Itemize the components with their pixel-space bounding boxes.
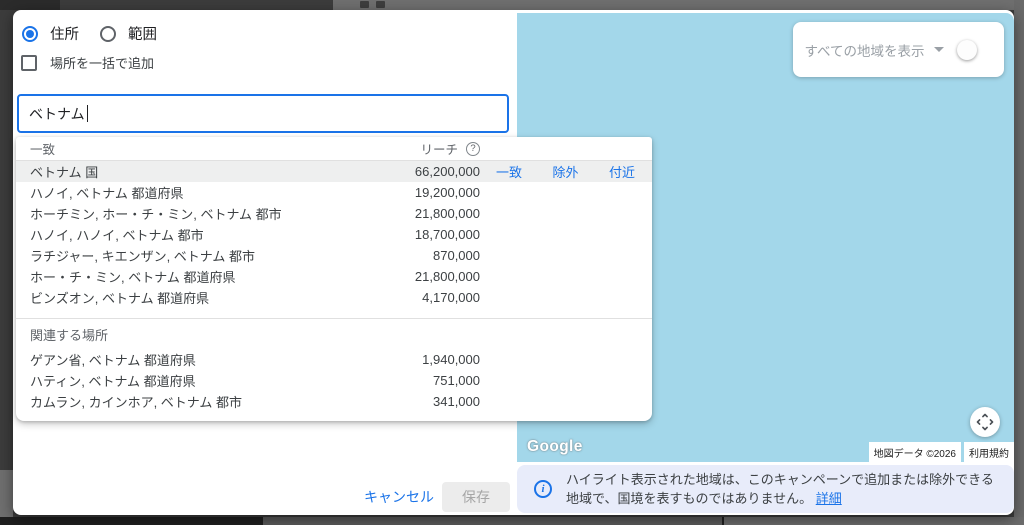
location-name: ホー・チ・ミン, ベトナム 都道府県 xyxy=(30,270,236,285)
location-name: ハティン, ベトナム 都道府県 xyxy=(30,374,196,389)
related-section-header: 関連する場所 xyxy=(30,327,109,343)
match-rows: ベトナム 国 66,200,000 一致 除外 付近ハノイ, ベトナム 都道府県 19,2… xyxy=(16,161,652,308)
reach-value: 19,200,000 xyxy=(414,185,480,200)
reach-value: 21,800,000 xyxy=(414,269,480,284)
reach-value: 4,170,000 xyxy=(422,290,480,305)
location-targeting-dialog: 住所 範囲 場所を一括で追加 ベトナム 一致 リーチ ? ベトナム 国 66,20… xyxy=(13,10,1014,515)
info-icon: i xyxy=(534,480,552,498)
exclude-link[interactable]: 除外 xyxy=(552,162,578,181)
radio-address[interactable]: 住所 xyxy=(22,23,79,44)
location-name: ビンズオン, ベトナム 都道府県 xyxy=(30,291,210,306)
notice-text: ハイライト表示された地域は、このキャンペーンで追加または除外できる地域で、国境を… xyxy=(566,470,1004,509)
reach-value: 66,200,000 xyxy=(414,164,480,179)
location-name: ハノイ, ハノイ, ベトナム 都市 xyxy=(30,228,204,243)
location-type-radio-group: 住所 範囲 xyxy=(22,23,157,44)
save-button[interactable]: 保存 xyxy=(442,482,510,512)
location-name: ベトナム 国 xyxy=(30,165,99,180)
map-data-attribution: 地図データ ©2026 xyxy=(868,442,961,462)
radio-selected-icon xyxy=(22,25,38,42)
show-regions-toggle[interactable] xyxy=(956,39,993,60)
help-icon[interactable]: ? xyxy=(466,141,480,156)
checkbox-icon[interactable] xyxy=(21,54,37,71)
location-search-input[interactable]: ベトナム xyxy=(17,94,509,133)
reach-value: 870,000 xyxy=(433,248,480,263)
reach-value: 18,700,000 xyxy=(414,227,480,242)
notice-details-link[interactable]: 詳細 xyxy=(816,491,842,506)
suggestion-row[interactable]: カムラン, カインホア, ベトナム 都市 341,000 xyxy=(16,391,652,412)
dropdown-header-row: 一致 リーチ ? xyxy=(16,137,652,161)
location-name: ハノイ, ベトナム 都道府県 xyxy=(30,186,184,201)
reach-column-header: リーチ ? xyxy=(320,139,480,158)
reach-header-label: リーチ xyxy=(420,143,458,157)
suggestion-row[interactable]: ベトナム 国 66,200,000 一致 除外 付近 xyxy=(16,161,652,182)
related-rows: ゲアン省, ベトナム 都道府県 1,940,000 ハティン, ベトナム 都道府県 7… xyxy=(16,349,652,412)
terms-of-use-link[interactable]: 利用規約 xyxy=(964,442,1014,462)
location-name: ゲアン省, ベトナム 都道府県 xyxy=(30,353,196,368)
bulk-add-label: 場所を一括で追加 xyxy=(50,56,155,71)
toggle-knob xyxy=(956,39,977,60)
match-column-header: 一致 xyxy=(30,143,56,157)
background-page-strip xyxy=(263,517,722,525)
location-suggestions-dropdown: 一致 リーチ ? ベトナム 国 66,200,000 一致 除外 付近 ハノイ, ベトナム… xyxy=(16,137,652,421)
bulk-add-checkbox-row[interactable]: 場所を一括で追加 xyxy=(21,53,154,72)
highlight-notice-bar: i ハイライト表示された地域は、このキャンペーンで追加または除外できる地域で、国… xyxy=(517,465,1014,513)
reach-value: 1,940,000 xyxy=(422,352,480,367)
background-page-strip xyxy=(333,0,1024,10)
row-actions: 一致 除外 付近 xyxy=(480,162,652,181)
google-maps-logo: Google xyxy=(527,438,583,455)
location-name: ラチジャー, キエンザン, ベトナム 都市 xyxy=(30,249,256,264)
suggestion-row[interactable]: ホー・チ・ミン, ベトナム 都道府県 21,800,000 xyxy=(16,266,652,287)
pan-arrows-icon xyxy=(976,413,994,431)
suggestion-row[interactable]: ラチジャー, キエンザン, ベトナム 都市 870,000 xyxy=(16,245,652,266)
reach-value: 751,000 xyxy=(433,373,480,388)
reach-value: 21,800,000 xyxy=(414,206,480,221)
radio-radius-label: 範囲 xyxy=(128,27,157,43)
reach-value: 341,000 xyxy=(433,394,480,409)
suggestion-row[interactable]: ビンズオン, ベトナム 都道府県 4,170,000 xyxy=(16,287,652,308)
map-pan-button[interactable] xyxy=(970,407,1000,437)
radio-unselected-icon xyxy=(100,25,116,42)
chevron-down-icon[interactable] xyxy=(933,47,944,52)
target-link[interactable]: 一致 xyxy=(496,162,522,181)
background-glyph xyxy=(360,1,369,8)
show-all-regions-card: すべての地域を表示 xyxy=(793,22,1004,77)
background-page-strip xyxy=(724,517,1024,525)
notice-message: ハイライト表示された地域は、このキャンペーンで追加または除外できる地域で、国境を… xyxy=(566,471,994,507)
radio-radius[interactable]: 範囲 xyxy=(100,23,157,44)
search-input-value: ベトナム xyxy=(29,105,85,122)
suggestion-row[interactable]: ハノイ, ハノイ, ベトナム 都市 18,700,000 xyxy=(16,224,652,245)
background-page-strip xyxy=(1014,0,1024,517)
suggestion-row[interactable]: ハノイ, ベトナム 都道府県 19,200,000 xyxy=(16,182,652,203)
location-name: カムラン, カインホア, ベトナム 都市 xyxy=(30,395,243,410)
show-all-regions-dropdown[interactable]: すべての地域を表示 xyxy=(804,40,924,60)
background-glyph xyxy=(376,1,385,8)
radio-address-label: 住所 xyxy=(50,27,79,43)
suggestion-row[interactable]: ホーチミン, ホー・チ・ミン, ベトナム 都市 21,800,000 xyxy=(16,203,652,224)
text-caret xyxy=(86,105,89,122)
suggestion-row[interactable]: ゲアン省, ベトナム 都道府県 1,940,000 xyxy=(16,349,652,370)
background-page-strip xyxy=(0,0,60,10)
background-page-strip xyxy=(0,470,13,517)
map-attribution: 地図データ ©2026 利用規約 xyxy=(868,442,1014,462)
location-name: ホーチミン, ホー・チ・ミン, ベトナム 都市 xyxy=(30,207,282,222)
suggestion-row[interactable]: ハティン, ベトナム 都道府県 751,000 xyxy=(16,370,652,391)
cancel-button[interactable]: キャンセル xyxy=(361,482,437,512)
nearby-link[interactable]: 付近 xyxy=(609,162,635,181)
